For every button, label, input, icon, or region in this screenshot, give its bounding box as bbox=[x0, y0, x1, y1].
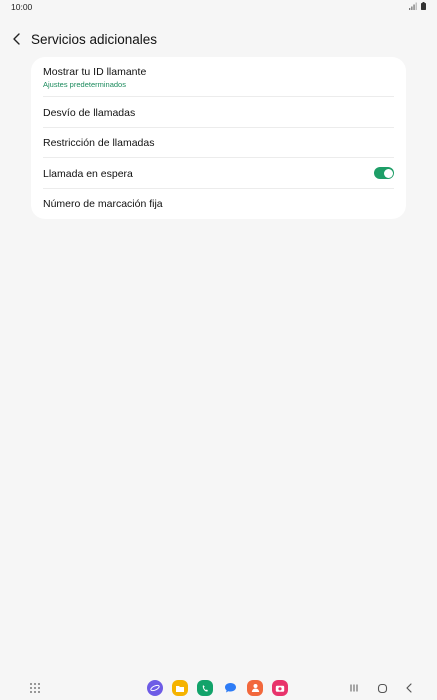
home-icon bbox=[377, 683, 387, 693]
internet-app-icon[interactable] bbox=[147, 680, 163, 696]
phone-app-icon[interactable] bbox=[197, 680, 213, 696]
files-app-icon[interactable] bbox=[172, 680, 188, 696]
call-forwarding-label: Desvío de llamadas bbox=[43, 107, 136, 119]
back-icon bbox=[406, 683, 412, 693]
caller-id-sublabel: Ajustes predeterminados bbox=[43, 80, 126, 89]
header: Servicios adicionales bbox=[0, 26, 437, 54]
recents-button[interactable] bbox=[347, 681, 361, 695]
contacts-app-icon[interactable] bbox=[247, 680, 263, 696]
call-barring-item[interactable]: Restricción de llamadas bbox=[43, 137, 394, 149]
chevron-left-icon bbox=[13, 33, 20, 45]
app-grid-icon[interactable] bbox=[29, 682, 41, 694]
caller-id-label: Mostrar tu ID llamante bbox=[43, 66, 147, 78]
toggle-knob bbox=[383, 168, 393, 178]
fixed-dialing-item[interactable]: Número de marcación fija bbox=[43, 198, 394, 210]
divider bbox=[43, 127, 394, 128]
fixed-dialing-label: Número de marcación fija bbox=[43, 198, 163, 210]
status-icons bbox=[409, 2, 426, 10]
battery-icon bbox=[421, 2, 426, 10]
status-time: 10:00 bbox=[11, 2, 33, 12]
app-dock bbox=[147, 680, 288, 696]
divider bbox=[43, 96, 394, 97]
recents-icon bbox=[350, 684, 358, 692]
caller-id-item[interactable]: Mostrar tu ID llamante Ajustes predeterm… bbox=[43, 66, 394, 89]
divider bbox=[43, 188, 394, 189]
divider bbox=[43, 157, 394, 158]
signal-icon bbox=[409, 2, 417, 10]
nav-bar bbox=[0, 676, 437, 700]
call-waiting-toggle[interactable] bbox=[374, 167, 394, 179]
call-waiting-item[interactable]: Llamada en espera bbox=[43, 167, 394, 180]
camera-app-icon[interactable] bbox=[272, 680, 288, 696]
status-bar: 10:00 bbox=[0, 0, 437, 14]
settings-card: Mostrar tu ID llamante Ajustes predeterm… bbox=[31, 57, 406, 219]
call-waiting-label: Llamada en espera bbox=[43, 168, 133, 180]
home-button[interactable] bbox=[375, 681, 389, 695]
call-forwarding-item[interactable]: Desvío de llamadas bbox=[43, 107, 394, 119]
nav-back-button[interactable] bbox=[402, 681, 416, 695]
back-button[interactable] bbox=[8, 30, 26, 48]
messages-app-icon[interactable] bbox=[222, 680, 238, 696]
call-barring-label: Restricción de llamadas bbox=[43, 137, 155, 149]
page-title: Servicios adicionales bbox=[31, 32, 158, 47]
